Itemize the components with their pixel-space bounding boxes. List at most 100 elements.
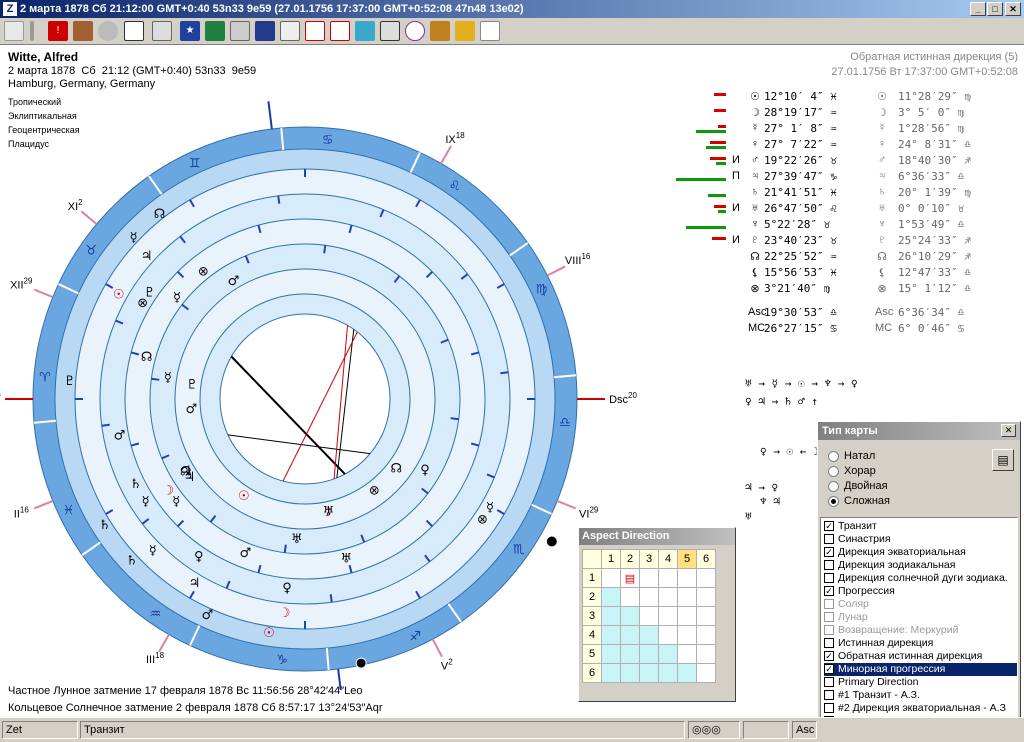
checkbox-icon[interactable]: ✓ — [824, 651, 834, 662]
chart-type-window[interactable]: Тип карты ✕ ▤ Натал Хорар Двойная Сложная ✓… — [817, 421, 1021, 738]
notes-icon[interactable]: ▤ — [992, 449, 1014, 471]
checkbox-icon[interactable]: ✓ — [824, 586, 834, 597]
radio-dot-icon[interactable] — [828, 450, 839, 462]
aspect-grid-cell[interactable] — [696, 644, 716, 664]
maximize-button[interactable]: □ — [987, 2, 1003, 16]
aspect-grid-cell[interactable] — [696, 606, 716, 626]
person-icon[interactable] — [455, 21, 475, 41]
chart-type-checkbox[interactable]: Синастрия — [824, 533, 1017, 546]
aspect-grid-cell[interactable] — [677, 625, 697, 645]
checkbox-icon[interactable] — [824, 690, 834, 701]
aspect-grid-cell[interactable] — [620, 625, 640, 645]
map-icon[interactable] — [205, 21, 225, 41]
aspect-grid-col-header[interactable]: 3 — [639, 549, 659, 569]
chart-type-title[interactable]: Тип карты — [818, 422, 1020, 440]
aspect-grid-row-header[interactable]: 2 — [582, 587, 602, 607]
minimize-button[interactable]: _ — [970, 2, 986, 16]
aspect-grid-cell[interactable] — [601, 606, 621, 626]
aspect-grid-cell[interactable]: ▤ — [620, 568, 640, 588]
aspect-grid-cell[interactable] — [696, 587, 716, 607]
aspect-grid-cell[interactable] — [677, 644, 697, 664]
help-icon[interactable] — [480, 21, 500, 41]
chart-type-checkbox[interactable]: Истинная дирекция — [824, 637, 1017, 650]
aspect-grid-cell[interactable] — [601, 625, 621, 645]
aspect-grid-col-header[interactable]: 5 — [677, 549, 697, 569]
aspect-grid-col-header[interactable]: 6 — [696, 549, 716, 569]
aspect-grid-cell[interactable] — [677, 587, 697, 607]
aspect-grid-row-header[interactable]: 1 — [582, 568, 602, 588]
chart-type-checkbox[interactable]: ✓ Минорная прогрессия — [824, 663, 1017, 676]
chart-type-checkbox[interactable]: #1 Транзит - А.З. — [824, 689, 1017, 702]
table-icon[interactable] — [280, 21, 300, 41]
close-button[interactable]: ✕ — [1005, 2, 1021, 16]
aspect-grid-cell[interactable] — [677, 606, 697, 626]
aspect-grid-cell[interactable] — [696, 568, 716, 588]
chart-type-checkbox[interactable]: ✓ Прогрессия — [824, 585, 1017, 598]
checkbox-icon[interactable] — [824, 612, 834, 623]
aspect-grid-cell[interactable] — [658, 606, 678, 626]
aspect-grid-cell[interactable] — [620, 606, 640, 626]
checkbox-icon[interactable] — [824, 573, 834, 584]
checkbox-icon[interactable] — [824, 625, 834, 636]
alert-icon[interactable]: ! — [48, 21, 68, 41]
chart-wheel[interactable]: ♈♉♊♋♌♍♎♏♐♑♒♓MC27IC27Asc20Dsc20XI2XII29IX… — [0, 90, 640, 690]
checkbox-icon[interactable] — [824, 703, 834, 714]
eu-icon[interactable]: ★ — [180, 21, 200, 41]
aspect-grid-row-header[interactable]: 6 — [582, 663, 602, 683]
checkbox-icon[interactable] — [824, 638, 834, 649]
aspect-grid-cell[interactable] — [639, 568, 659, 588]
print-icon[interactable] — [230, 21, 250, 41]
checkbox-icon[interactable]: ✓ — [824, 547, 834, 558]
chart-type-checkbox[interactable]: ✓ Транзит — [824, 520, 1017, 533]
aspect-direction-window[interactable]: Aspect Direction 1 2 3 4 5 6 1 ▤ 2 3 4 5 6 — [578, 527, 736, 702]
aspect-grid-cell[interactable] — [601, 644, 621, 664]
aspect-grid-cell[interactable] — [677, 568, 697, 588]
aspect-grid-cell[interactable] — [658, 644, 678, 664]
export-icon[interactable] — [355, 21, 375, 41]
aspect-grid-cell[interactable] — [639, 625, 659, 645]
new-chart-icon[interactable] — [4, 21, 24, 41]
document-icon[interactable] — [380, 21, 400, 41]
status-wheel-icons[interactable]: ◎◎◎ — [688, 721, 740, 739]
shield-icon[interactable] — [255, 21, 275, 41]
aspect-window-title[interactable]: Aspect Direction — [579, 528, 735, 545]
chart-type-checkbox[interactable]: #2 Дирекция экваториальная - А.З — [824, 702, 1017, 715]
radio-dot-icon[interactable] — [828, 480, 839, 492]
aspect-grid-cell[interactable] — [620, 644, 640, 664]
settings-icon[interactable] — [152, 21, 172, 41]
aspect-grid-row-header[interactable]: 3 — [582, 606, 602, 626]
aspect-grid-cell[interactable] — [620, 663, 640, 683]
chart-type-radio[interactable]: Хорар — [828, 465, 876, 480]
chart-type-checkbox[interactable]: Дирекция солнечной дуги зодиака. — [824, 572, 1017, 585]
aspect-grid-col-header[interactable]: 1 — [601, 549, 621, 569]
tools-icon[interactable] — [430, 21, 450, 41]
aspect-grid-cell[interactable] — [658, 625, 678, 645]
aspect-grid-cell[interactable] — [658, 663, 678, 683]
aspect-grid-cell[interactable] — [639, 644, 659, 664]
aspect-grid-cell[interactable] — [677, 663, 697, 683]
aspect-grid[interactable]: 1 2 3 4 5 6 1 ▤ 2 3 4 5 6 — [582, 549, 716, 683]
chart-type-checkbox[interactable]: Возвращение: Меркурий — [824, 624, 1017, 637]
list-icon[interactable] — [305, 21, 325, 41]
aspect-grid-col-header[interactable]: 2 — [620, 549, 640, 569]
aspect-grid-cell[interactable] — [696, 663, 716, 683]
aspect-grid-cell[interactable] — [639, 663, 659, 683]
chart-type-radio[interactable]: Натал — [828, 450, 875, 465]
radio-dot-icon[interactable] — [828, 465, 839, 477]
aspect-grid-row-header[interactable]: 4 — [582, 625, 602, 645]
chart-type-close-button[interactable]: ✕ — [1001, 424, 1016, 437]
chart-type-checkbox[interactable]: ✓ Дирекция экваториальная — [824, 546, 1017, 559]
wheel-icon[interactable]: ◎ — [124, 21, 144, 41]
checkbox-icon[interactable]: ✓ — [824, 521, 834, 532]
chart-type-checkbox[interactable]: Лунар — [824, 611, 1017, 624]
aspect-grid-row-header[interactable]: 5 — [582, 644, 602, 664]
globe-icon[interactable] — [98, 21, 118, 41]
aspect-grid-cell[interactable] — [620, 587, 640, 607]
book-icon[interactable] — [73, 21, 93, 41]
aspect-icon[interactable] — [405, 21, 425, 41]
checkbox-icon[interactable] — [824, 677, 834, 688]
aspect-grid-cell[interactable] — [696, 625, 716, 645]
aspect-grid-cell[interactable] — [601, 587, 621, 607]
radio-dot-icon[interactable] — [828, 495, 839, 507]
chart-type-list[interactable]: ✓ Транзит Синастрия ✓ Дирекция экваториальна… — [820, 517, 1018, 735]
